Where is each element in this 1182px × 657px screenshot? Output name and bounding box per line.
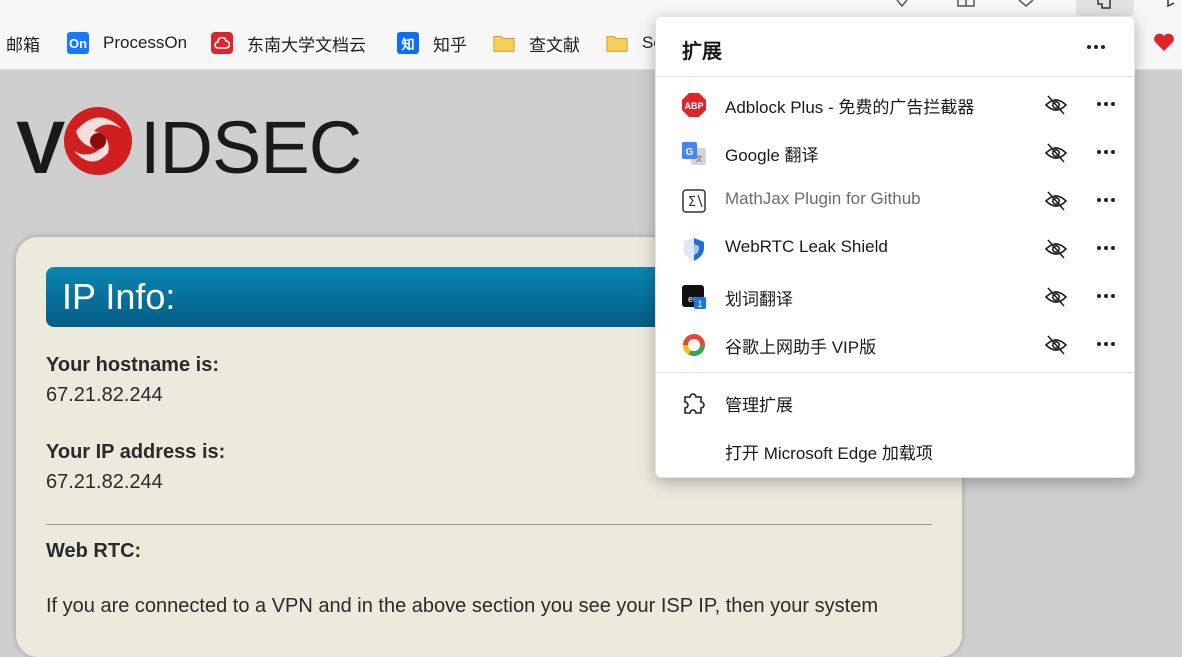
ip-address-label: Your IP address is:	[46, 441, 226, 463]
extension-name: 划词翻译	[725, 290, 793, 309]
extension-name: Adblock Plus - 免费的广告拦截器	[725, 98, 975, 117]
bookmark-label: ProcessOn	[103, 33, 188, 52]
hostname-label: Your hostname is:	[46, 354, 219, 376]
split-screen-icon[interactable]	[952, 0, 980, 16]
extensions-popup: 扩展 ABP Adblock Plus - 免费的广告拦截器 G文 Google…	[655, 16, 1135, 478]
folder-icon	[493, 32, 515, 54]
svg-text:V: V	[16, 106, 65, 189]
extension-name: 谷歌上网助手 VIP版	[725, 338, 877, 357]
manage-extensions-item[interactable]: 管理扩展	[656, 377, 1134, 425]
bookmark-processon[interactable]: On ProcessOn	[67, 30, 187, 56]
divider	[656, 372, 1134, 373]
manage-extensions-label: 管理扩展	[725, 396, 793, 415]
bookmark-label: 知乎	[433, 35, 467, 55]
bookmark-mail[interactable]: 邮箱	[6, 30, 40, 56]
folder-icon	[606, 32, 628, 54]
browser-toolbar	[0, 0, 1182, 16]
more-icon[interactable]	[1158, 0, 1182, 16]
favorite-star-icon[interactable]	[1012, 0, 1040, 16]
hidden-eye-icon[interactable]	[1044, 190, 1068, 212]
hidden-eye-icon[interactable]	[1044, 94, 1068, 116]
more-options-icon[interactable]	[1082, 37, 1110, 57]
bookmark-zhihu[interactable]: 知 知乎	[397, 30, 467, 56]
voidsec-logo: V IDSEC	[16, 95, 376, 195]
hostname-value: 67.21.82.244	[46, 384, 163, 406]
svg-text:G: G	[686, 147, 694, 158]
svg-text:IDSEC: IDSEC	[140, 106, 361, 189]
adblock-icon: ABP	[681, 92, 707, 118]
bookmark-label: 邮箱	[6, 35, 40, 55]
bookmark-label: 东南大学文档云	[247, 35, 366, 55]
more-options-icon[interactable]	[1092, 190, 1120, 210]
divider	[46, 524, 932, 525]
popup-title: 扩展	[682, 41, 722, 63]
svg-text:ABP: ABP	[684, 101, 703, 111]
extension-item-mathjax[interactable]: Σ MathJax Plugin for Github	[656, 176, 1134, 224]
svg-text:文: 文	[696, 154, 703, 163]
more-options-icon[interactable]	[1092, 94, 1120, 114]
google-translate-icon: G文	[681, 140, 707, 166]
webrtc-label: Web RTC:	[46, 540, 142, 562]
hidden-eye-icon[interactable]	[1044, 334, 1068, 356]
more-options-icon[interactable]	[1092, 286, 1120, 306]
zhihu-icon: 知	[397, 32, 419, 54]
more-options-icon[interactable]	[1092, 142, 1120, 162]
processon-icon: On	[67, 32, 89, 54]
extension-name: Google 翻译	[725, 146, 819, 165]
hidden-eye-icon[interactable]	[1044, 286, 1068, 308]
shield-icon	[681, 236, 707, 262]
hidden-eye-icon[interactable]	[1044, 238, 1068, 260]
extensions-button[interactable]	[1076, 0, 1134, 16]
more-options-icon[interactable]	[1092, 238, 1120, 258]
extension-item-word-translate[interactable]: en 1 划词翻译	[656, 272, 1134, 320]
ip-address-value: 67.21.82.244	[46, 471, 163, 493]
extension-item-google-translate[interactable]: G文 Google 翻译	[656, 128, 1134, 176]
bookmark-folder-papers[interactable]: 查文献	[493, 30, 580, 56]
puzzle-icon	[681, 389, 707, 415]
extension-name: MathJax Plugin for Github	[725, 189, 921, 208]
more-options-icon[interactable]	[1092, 334, 1120, 354]
open-addons-item[interactable]: 打开 Microsoft Edge 加载项	[656, 425, 1134, 473]
open-addons-label: 打开 Microsoft Edge 加载项	[725, 444, 933, 463]
extension-name: WebRTC Leak Shield	[725, 237, 888, 256]
bookmark-seu-cloud[interactable]: 东南大学文档云	[211, 30, 366, 56]
chrome-helper-icon	[681, 332, 707, 358]
translate-icon: en 1	[681, 284, 707, 310]
webrtc-paragraph: If you are connected to a VPN and in the…	[46, 595, 878, 617]
bookmark-label: 查文献	[529, 35, 580, 55]
svg-text:1: 1	[697, 299, 702, 309]
extension-item-adblock[interactable]: ABP Adblock Plus - 免费的广告拦截器	[656, 80, 1134, 128]
mathjax-icon: Σ	[681, 188, 707, 214]
hidden-eye-icon[interactable]	[1044, 142, 1068, 164]
extension-item-google-helper[interactable]: 谷歌上网助手 VIP版	[656, 320, 1134, 368]
read-aloud-icon[interactable]	[888, 0, 916, 16]
cloud-icon	[211, 32, 233, 54]
extension-item-webrtc-leak-shield[interactable]: WebRTC Leak Shield	[656, 224, 1134, 272]
svg-text:Σ: Σ	[688, 195, 696, 210]
divider	[656, 76, 1134, 77]
heart-icon[interactable]	[1152, 30, 1176, 54]
